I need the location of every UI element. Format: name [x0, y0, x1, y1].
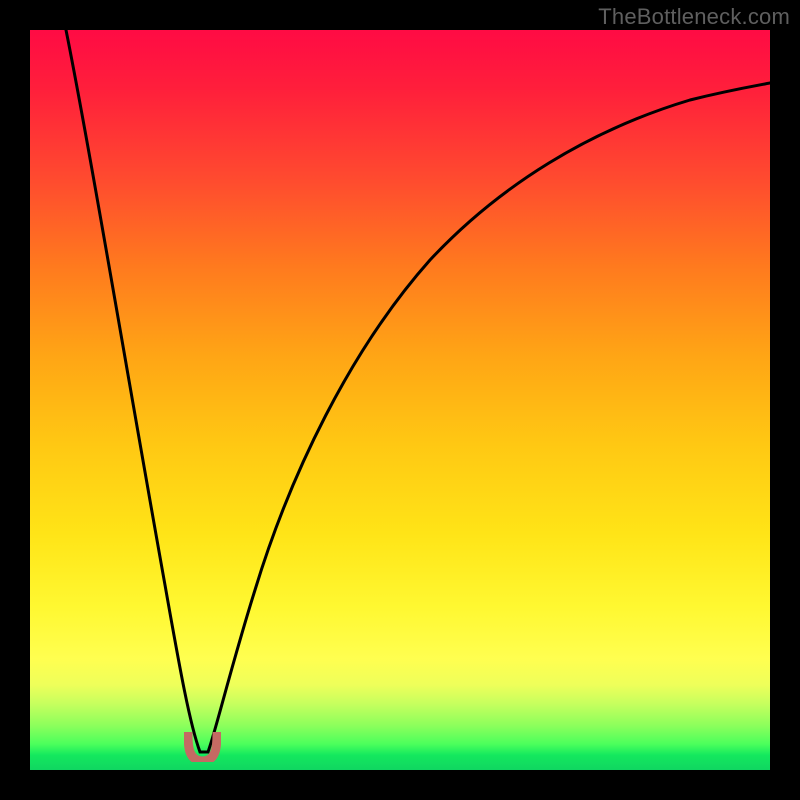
chart-area	[30, 30, 770, 770]
minimum-marker	[184, 732, 221, 762]
bottleneck-curve	[30, 30, 770, 770]
watermark-text: TheBottleneck.com	[598, 4, 790, 30]
